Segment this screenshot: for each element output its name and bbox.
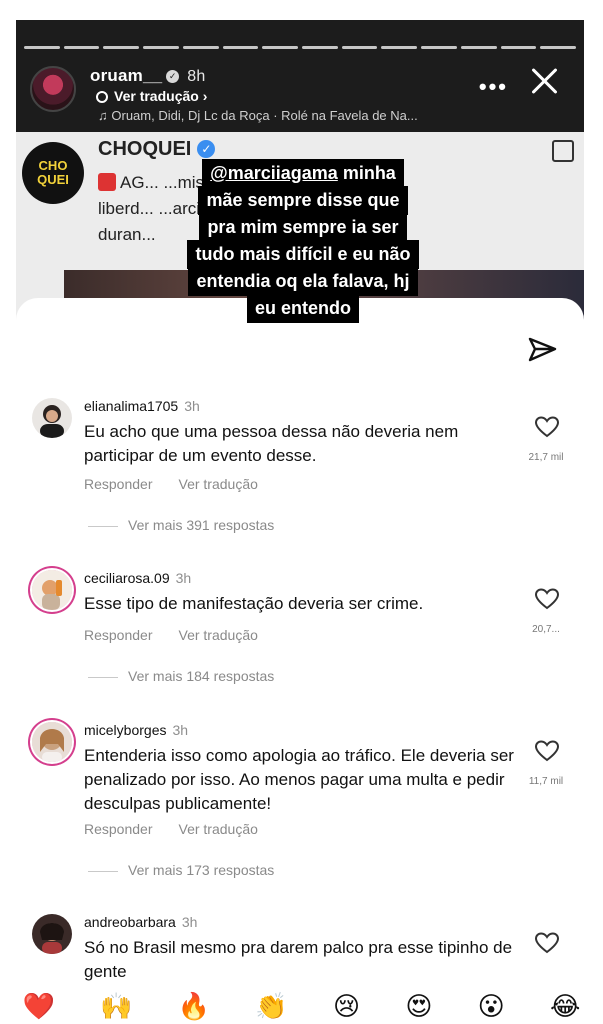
caption-line-1: @marciiagama minha [202, 159, 404, 188]
translate-button[interactable]: Ver tradução [179, 821, 258, 837]
view-replies-link[interactable]: Ver mais 391 respostas [88, 517, 274, 533]
heart-eyes-reaction-icon[interactable]: 😍 [405, 991, 432, 1021]
post-account-name: CHOQUEI ✓ [98, 138, 216, 161]
story-username-text[interactable]: oruam__ [90, 66, 162, 85]
heart-icon[interactable] [534, 414, 560, 440]
choquei-logo: CHO QUEI [22, 142, 84, 204]
surprised-reaction-icon[interactable]: 😮 [478, 991, 505, 1021]
story-music[interactable]: ♫ Oruam, Didi, Dj Lc da Roça · Rolé na F… [98, 108, 418, 123]
avatar[interactable] [32, 398, 72, 438]
send-icon[interactable] [526, 334, 558, 366]
caption-line-6: eu entendo [246, 294, 359, 323]
music-note-icon: ♫ [98, 108, 112, 123]
story-music-label[interactable]: Oruam, Didi, Dj Lc da Roça · Rolé na Fav… [111, 108, 417, 123]
chevron-right-icon: › [202, 88, 208, 104]
crying-reaction-icon[interactable]: 😢 [333, 991, 360, 1021]
comment-time: 3h [175, 570, 192, 586]
view-replies-label[interactable]: Ver mais 173 respostas [128, 862, 274, 878]
reply-button[interactable]: Responder [84, 627, 153, 643]
raising-hands-reaction-icon[interactable]: 🙌 [100, 991, 132, 1021]
like-count: 20,7... [532, 624, 560, 635]
laughing-reaction-icon[interactable]: 😂 [550, 991, 580, 1021]
top-strip [0, 0, 603, 20]
caption-line-2: mãe sempre disse que [198, 186, 408, 215]
avatar[interactable] [32, 722, 72, 762]
view-replies-link[interactable]: Ver mais 173 respostas [88, 862, 274, 878]
reply-button[interactable]: Responder [84, 476, 153, 492]
story-translate-link[interactable]: Ver tradução › [96, 88, 207, 104]
like-count: 21,7 mil [528, 452, 564, 463]
avatar[interactable] [32, 570, 72, 610]
heart-icon[interactable] [534, 586, 560, 612]
comment-username[interactable]: elianalima1705 3h [84, 398, 200, 414]
avatar[interactable] [32, 914, 72, 954]
view-replies-label[interactable]: Ver mais 391 respostas [128, 517, 274, 533]
replies-divider [88, 525, 118, 527]
story-time: 8h [187, 68, 206, 85]
close-icon[interactable] [526, 62, 564, 100]
heart-icon[interactable] [534, 930, 560, 956]
story-translate-label[interactable]: Ver tradução [114, 88, 199, 104]
replies-divider [88, 676, 118, 678]
clapping-reaction-icon[interactable]: 👏 [255, 991, 287, 1021]
comment-username[interactable]: ceciliarosa.09 3h [84, 570, 191, 586]
comment-time: 3h [184, 398, 200, 414]
comment-text: Só no Brasil mesmo pra darem palco pra e… [84, 938, 513, 981]
comment-username-text[interactable]: andreobarbara [84, 914, 176, 930]
replies-divider [88, 870, 118, 872]
story-caption: @marciiagama minha mãe sempre disse que … [154, 159, 452, 323]
caption-line-4: tudo mais difícil e eu não [187, 240, 419, 269]
comment-actions: Responder Ver tradução [84, 627, 258, 643]
caption-line-3: pra mim sempre ia ser [199, 213, 407, 242]
heart-icon[interactable] [534, 738, 560, 764]
story-avatar[interactable] [30, 66, 76, 112]
like-count: 11,7 mil [528, 776, 564, 787]
story-username[interactable]: oruam__ ✓ 8h [90, 66, 205, 86]
caption-mention[interactable]: @marciiagama [210, 163, 338, 183]
verified-icon: ✓ [166, 70, 180, 84]
comment-text: Esse tipo de manifestação deveria ser cr… [84, 594, 424, 613]
quick-reactions-bar: ❤️ 🙌 🔥 👏 😢 😍 😮 😂 [0, 988, 603, 1024]
comment-actions: Responder Ver tradução [84, 476, 258, 492]
reply-button[interactable]: Responder [84, 821, 153, 837]
post-corner-icon [552, 140, 574, 162]
comment-actions: Responder Ver tradução [84, 821, 258, 837]
translate-button[interactable]: Ver tradução [179, 627, 258, 643]
comments-sheet: elianalima1705 3h Eu acho que uma pessoa … [16, 298, 584, 988]
verified-badge-icon: ✓ [197, 140, 216, 158]
more-options-icon[interactable]: ••• [479, 74, 508, 100]
comment-username[interactable]: andreobarbara 3h [84, 914, 197, 930]
comment-text: Entenderia isso como apologia ao tráfico… [84, 746, 514, 813]
view-replies-label[interactable]: Ver mais 184 respostas [128, 668, 274, 684]
comment-time: 3h [172, 722, 189, 738]
caption-line-1-text: minha [342, 163, 396, 183]
post-account-label: CHOQUEI [98, 138, 192, 160]
translate-button[interactable]: Ver tradução [179, 476, 258, 492]
fire-reaction-icon[interactable]: 🔥 [178, 991, 210, 1021]
comment-username[interactable]: micelyborges 3h [84, 722, 188, 738]
story-progress-bar [24, 46, 577, 49]
view-replies-link[interactable]: Ver mais 184 respostas [88, 668, 274, 684]
comment-username-text[interactable]: elianalima1705 [84, 398, 178, 414]
heart-reaction-icon[interactable]: ❤️ [23, 991, 55, 1021]
alert-icon [98, 173, 116, 191]
globe-icon [96, 91, 108, 103]
comment-username-text[interactable]: micelyborges [84, 722, 166, 738]
story-header: oruam__ ✓ 8h Ver tradução › ♫ Oruam, Didi,… [30, 60, 570, 123]
comment-time: 3h [181, 914, 198, 930]
caption-line-5: entendia oq ela falava, hj [188, 267, 418, 296]
comment-text: Eu acho que uma pessoa dessa não deveria… [84, 422, 459, 465]
comment-username-text[interactable]: ceciliarosa.09 [84, 570, 170, 586]
